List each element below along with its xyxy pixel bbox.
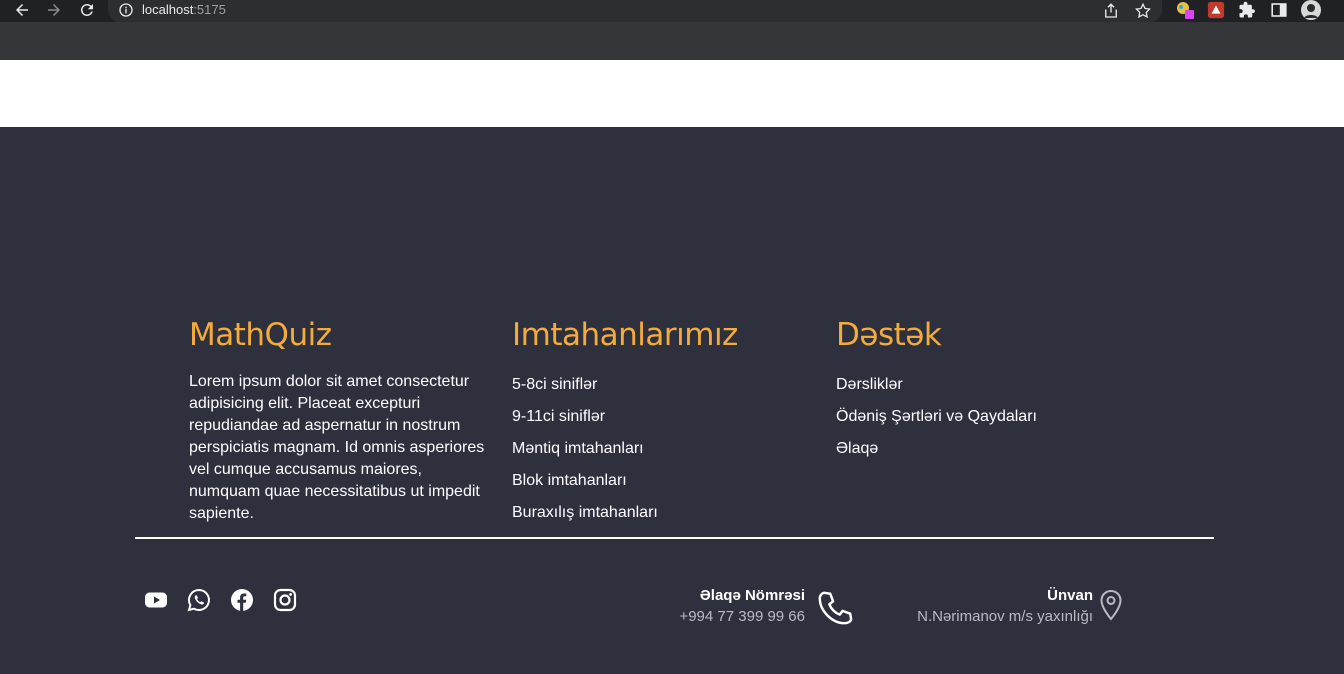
phone-label: Əlaqə Nömrəsi [699, 587, 805, 604]
facebook-icon [231, 589, 253, 611]
location-pin-icon [1100, 589, 1122, 621]
exam-link[interactable]: 9-11ci siniflər [512, 407, 812, 439]
color-picker-extension-icon [1177, 2, 1194, 19]
youtube-icon [145, 592, 167, 608]
support-link[interactable]: Dərsliklər [836, 375, 1156, 407]
support-link[interactable]: Ödəniş Şərtləri və Qaydaları [836, 407, 1156, 439]
phone-icon [818, 591, 853, 625]
instagram-link[interactable] [273, 588, 297, 612]
back-button[interactable] [10, 0, 34, 20]
arrow-right-icon [48, 4, 60, 16]
instagram-icon [273, 588, 297, 612]
support-link[interactable]: Əlaqə [836, 439, 1156, 471]
share-icon[interactable] [1102, 2, 1120, 20]
social-links [144, 588, 297, 612]
address-label: Ünvan [1047, 587, 1093, 604]
address-bar[interactable]: localhost:5175 [108, 0, 1162, 22]
footer-support-column: Dəstək Dərsliklər Ödəniş Şərtləri və Qay… [836, 315, 1156, 471]
exam-link[interactable]: Məntiq imtahanları [512, 439, 812, 471]
side-panel-button[interactable] [1269, 0, 1289, 20]
extension-colorpicker-button[interactable] [1175, 0, 1195, 20]
extension-red-button[interactable] [1206, 0, 1226, 20]
red-extension-icon [1207, 1, 1225, 19]
star-icon[interactable] [1134, 2, 1152, 20]
address-value: N.Nərimanov m/s yaxınlığı [917, 608, 1093, 625]
url-text: localhost:5175 [142, 2, 226, 17]
phone-number[interactable]: +994 77 399 99 66 [679, 606, 805, 628]
exam-link[interactable]: 5-8ci siniflər [512, 375, 812, 407]
profile-button[interactable] [1301, 0, 1321, 20]
footer-exams-column: Imtahanlarımız 5-8ci siniflər 9-11ci sin… [512, 315, 812, 535]
browser-toolbar: localhost:5175 [0, 0, 1344, 22]
whatsapp-link[interactable] [187, 588, 211, 612]
info-icon[interactable] [118, 2, 134, 18]
brand-title[interactable]: MathQuiz [189, 315, 489, 355]
address-contact: Ünvan N.Nərimanov m/s yaxınlığı [917, 586, 1093, 628]
url-host: localhost [142, 2, 194, 17]
arrow-left-icon [16, 4, 28, 16]
footer-divider [135, 537, 1214, 539]
about-text: Lorem ipsum dolor sit amet consectetur a… [189, 373, 485, 522]
phone-contact: Əlaqə Nömrəsi +994 77 399 99 66 [679, 586, 805, 628]
forward-button[interactable] [42, 0, 66, 20]
support-links: Dərsliklər Ödəniş Şərtləri və Qaydaları … [836, 375, 1156, 471]
reload-button[interactable] [75, 0, 99, 20]
page-blank-area [0, 60, 1344, 127]
reload-icon [80, 3, 93, 16]
side-panel-icon [1271, 3, 1287, 17]
site-footer: MathQuiz Lorem ipsum dolor sit amet cons… [0, 127, 1344, 674]
exams-links: 5-8ci siniflər 9-11ci siniflər Məntiq im… [512, 375, 812, 535]
browser-chrome: localhost:5175 [0, 0, 1344, 60]
support-title: Dəstək [836, 317, 942, 353]
facebook-link[interactable] [230, 588, 254, 612]
whatsapp-icon [187, 588, 210, 612]
exam-link[interactable]: Blok imtahanları [512, 471, 812, 503]
youtube-link[interactable] [144, 588, 168, 612]
footer-about-column: MathQuiz Lorem ipsum dolor sit amet cons… [189, 315, 489, 525]
avatar [1301, 0, 1321, 20]
extensions-button[interactable] [1237, 0, 1257, 20]
exams-title: Imtahanlarımız [512, 317, 738, 353]
puzzle-icon [1239, 1, 1255, 18]
url-port: :5175 [193, 2, 226, 17]
exam-link[interactable]: Buraxılış imtahanları [512, 503, 812, 535]
